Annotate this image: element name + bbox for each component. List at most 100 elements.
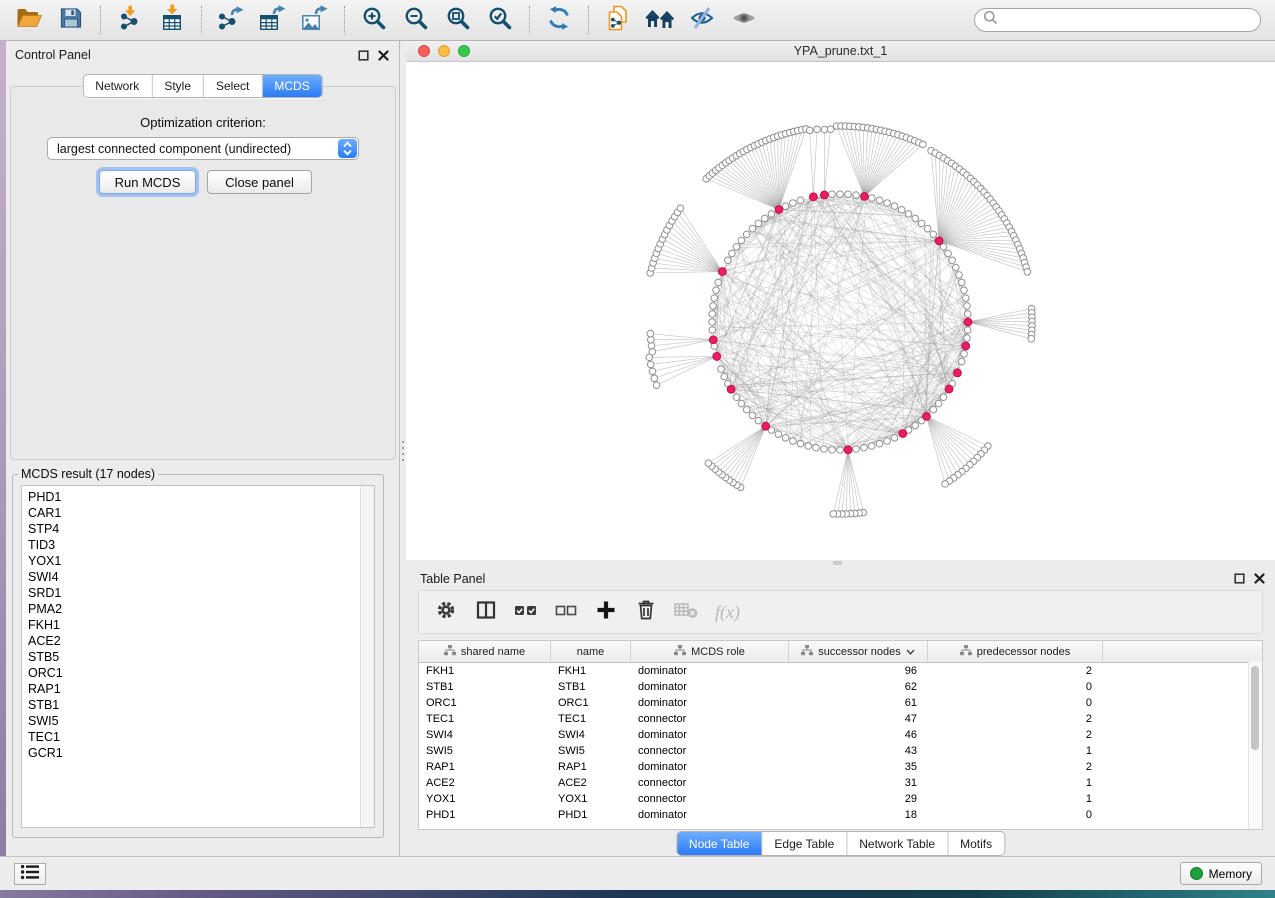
tab-style[interactable]: Style <box>151 75 203 97</box>
network-node[interactable] <box>918 220 925 227</box>
float-table-panel-button[interactable] <box>1233 572 1245 584</box>
network-node[interactable] <box>711 295 718 302</box>
network-node[interactable] <box>733 243 740 250</box>
network-node[interactable] <box>964 303 971 310</box>
splitter-grab-handle[interactable] <box>833 561 842 565</box>
network-node[interactable] <box>958 358 965 365</box>
mcds-result-item[interactable]: YOX1 <box>22 553 374 569</box>
column-header-mcds-role[interactable]: MCDS role <box>631 641 789 662</box>
network-node[interactable] <box>647 330 654 337</box>
table-cell[interactable]: connector <box>631 713 789 725</box>
network-node[interactable] <box>958 279 965 286</box>
table-cell[interactable]: 0 <box>928 697 1103 709</box>
table-row[interactable]: ORC1ORC1dominator610 <box>419 695 1262 711</box>
network-node[interactable] <box>709 327 716 334</box>
table-row[interactable]: YOX1YOX1connector291 <box>419 791 1262 807</box>
minimize-window-button[interactable] <box>438 45 450 57</box>
export-network-button[interactable] <box>210 3 252 37</box>
table-cell[interactable]: dominator <box>631 729 789 741</box>
tab-edge-table[interactable]: Edge Table <box>761 832 846 855</box>
search-box[interactable] <box>974 8 1261 32</box>
table-cell[interactable]: 1 <box>928 745 1103 757</box>
network-node[interactable] <box>755 417 762 424</box>
delete-columns-button[interactable] <box>633 599 659 625</box>
table-cell[interactable]: 35 <box>789 761 928 773</box>
network-node[interactable] <box>725 257 732 264</box>
network-node[interactable] <box>790 200 797 207</box>
save-button[interactable] <box>50 3 92 37</box>
zoom-out-button[interactable] <box>395 3 437 37</box>
mcds-hub-node[interactable] <box>809 193 817 201</box>
network-node[interactable] <box>651 375 658 382</box>
network-node[interactable] <box>876 197 883 204</box>
network-node[interactable] <box>964 335 971 342</box>
show-all-button[interactable] <box>723 3 765 37</box>
mcds-result-list[interactable]: PHD1CAR1STP4TID3YOX1SWI4SRD1PMA2FKH1ACE2… <box>21 485 375 828</box>
table-cell[interactable]: TEC1 <box>551 713 631 725</box>
tab-network[interactable]: Network <box>83 75 151 97</box>
table-cell[interactable]: dominator <box>631 761 789 773</box>
table-row[interactable]: FKH1FKH1dominator962 <box>419 663 1262 679</box>
mcds-hub-node[interactable] <box>899 430 907 438</box>
hide-selected-button[interactable] <box>681 3 723 37</box>
network-node[interactable] <box>884 200 891 207</box>
network-node[interactable] <box>884 438 891 445</box>
table-row[interactable]: PHD1PHD1dominator180 <box>419 807 1262 823</box>
mcds-hub-node[interactable] <box>718 268 726 276</box>
network-node[interactable] <box>805 443 812 450</box>
close-panel-button-mcds[interactable]: Close panel <box>207 170 312 194</box>
memory-button[interactable]: Memory <box>1180 862 1262 885</box>
import-network-button[interactable] <box>109 3 151 37</box>
mcds-hub-node[interactable] <box>945 385 953 393</box>
network-node[interactable] <box>813 444 820 451</box>
network-node[interactable] <box>869 195 876 202</box>
network-node[interactable] <box>953 264 960 271</box>
mcds-result-item[interactable]: STB1 <box>22 697 374 713</box>
close-panel-button[interactable] <box>377 49 389 61</box>
network-node[interactable] <box>761 215 768 222</box>
network-node[interactable] <box>869 443 876 450</box>
open-folder-button[interactable] <box>8 3 50 37</box>
delete-table-button[interactable] <box>673 599 699 625</box>
network-node[interactable] <box>964 327 971 334</box>
search-input[interactable] <box>1003 12 1252 28</box>
table-row[interactable]: SWI4SWI4dominator462 <box>419 727 1262 743</box>
network-node[interactable] <box>790 438 797 445</box>
table-cell[interactable]: 2 <box>928 729 1103 741</box>
network-node[interactable] <box>677 205 684 212</box>
table-scrollbar[interactable] <box>1248 662 1262 829</box>
import-table-button[interactable] <box>151 3 193 37</box>
table-cell[interactable]: PHD1 <box>551 809 631 821</box>
network-node[interactable] <box>912 215 919 222</box>
table-cell[interactable]: 31 <box>789 777 928 789</box>
table-cell[interactable]: 46 <box>789 729 928 741</box>
zoom-window-button[interactable] <box>458 45 470 57</box>
zoom-selected-button[interactable] <box>479 3 521 37</box>
mcds-result-item[interactable]: TID3 <box>22 537 374 553</box>
table-cell[interactable]: RAP1 <box>419 761 551 773</box>
table-cell[interactable]: 1 <box>928 793 1103 805</box>
optimization-criterion-select[interactable]: largest connected component (undirected) <box>47 137 359 160</box>
network-node[interactable] <box>647 361 654 368</box>
table-cell[interactable]: ORC1 <box>551 697 631 709</box>
network-node[interactable] <box>743 231 750 238</box>
tab-node-table[interactable]: Node Table <box>677 832 762 855</box>
network-node[interactable] <box>829 446 836 453</box>
mcds-result-item[interactable]: STB5 <box>22 649 374 665</box>
table-cell[interactable]: 96 <box>789 665 928 677</box>
network-node[interactable] <box>924 225 931 232</box>
table-cell[interactable]: PHD1 <box>419 809 551 821</box>
table-cell[interactable]: SWI4 <box>419 729 551 741</box>
table-cell[interactable]: 47 <box>789 713 928 725</box>
mcds-result-item[interactable]: ORC1 <box>22 665 374 681</box>
refresh-button[interactable] <box>538 3 580 37</box>
table-cell[interactable]: RAP1 <box>551 761 631 773</box>
network-node[interactable] <box>935 400 942 407</box>
network-node[interactable] <box>945 250 952 257</box>
mcds-result-item[interactable]: ACE2 <box>22 633 374 649</box>
show-columns-button[interactable] <box>473 599 499 625</box>
tab-motifs[interactable]: Motifs <box>947 832 1004 855</box>
mcds-hub-node[interactable] <box>775 206 783 214</box>
table-cell[interactable]: YOX1 <box>551 793 631 805</box>
mcds-result-item[interactable]: SRD1 <box>22 585 374 601</box>
